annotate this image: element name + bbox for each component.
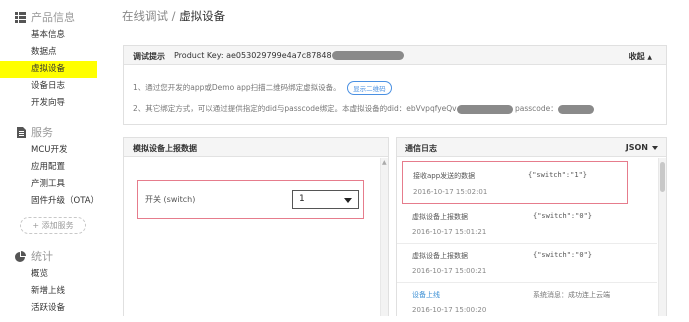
sidebar-item-test-tools[interactable]: 产测工具 — [0, 176, 97, 193]
switch-selected-value: 1 — [299, 194, 305, 204]
comm-log-header: 通信日志 JSON — [397, 138, 666, 157]
collapse-toggle[interactable]: 收起 ▲ — [629, 51, 652, 62]
log-entry-value: {"switch":"0"} — [533, 251, 593, 259]
sidebar-item-virtual-device[interactable]: 虚拟设备 — [0, 61, 97, 78]
redacted-mark — [557, 104, 594, 114]
log-entry-time: 2016-10-17 15:02:01 — [413, 188, 488, 196]
report-data-title: 模拟设备上报数据 — [133, 144, 197, 153]
debug-tip-panel: 调试提示 Product Key: ae053029799e4a7c87848 … — [123, 45, 667, 125]
chevron-down-icon — [344, 198, 352, 203]
report-scrollbar[interactable]: ▲ — [380, 158, 388, 316]
comm-log-title: 通信日志 — [405, 144, 437, 153]
section-title: 统计 — [31, 250, 53, 263]
tip-line-2-text: 2、其它绑定方式，可以通过提供指定的did与passcode绑定。本虚拟设备的d… — [133, 104, 457, 113]
log-entry: 设备上线 系统消息：成功连上云端 2016-10-17 15:00:20 — [397, 284, 657, 322]
section-statistics: 统计 — [15, 248, 53, 264]
collapse-label: 收起 — [628, 52, 645, 61]
log-entry-time: 2016-10-17 15:01:21 — [412, 228, 487, 236]
section-services: 服务 — [15, 124, 53, 140]
log-entry-title: 虚拟设备上报数据 — [412, 213, 468, 221]
sidebar-item-ota[interactable]: 固件升级（OTA） — [0, 193, 99, 210]
log-scrollbar[interactable] — [658, 158, 666, 316]
debug-tip-header: 调试提示 Product Key: ae053029799e4a7c87848 … — [124, 46, 666, 65]
log-entry-time: 2016-10-17 15:00:20 — [412, 306, 487, 314]
pie-chart-icon — [15, 250, 26, 262]
breadcrumb-separator: / — [171, 9, 176, 23]
main-content: 在线调试 / 虚拟设备 调试提示 Product Key: ae05302979… — [109, 0, 689, 316]
tip-line-2: 2、其它绑定方式，可以通过提供指定的did与passcode绑定。本虚拟设备的d… — [133, 103, 594, 114]
passcode-label: passcode： — [515, 104, 558, 113]
log-entry: 虚拟设备上报数据 {"switch":"0"} 2016-10-17 15:01… — [397, 206, 657, 244]
log-scroll-thumb[interactable] — [660, 162, 665, 192]
caret-up-icon: ▲ — [647, 54, 652, 61]
section-product-info: 产品信息 — [15, 9, 75, 25]
comm-log-panel: 通信日志 JSON 接收app发送的数据 {"switch":"1"} 2016… — [396, 137, 667, 316]
product-key-label: Product Key: — [174, 51, 224, 60]
sidebar-item-datapoints[interactable]: 数据点 — [0, 44, 97, 61]
report-data-header: 模拟设备上报数据 — [124, 138, 388, 157]
show-qr-button[interactable]: 显示二维码 — [347, 81, 392, 95]
page-title: 虚拟设备 — [179, 9, 226, 23]
breadcrumb: 在线调试 / 虚拟设备 — [122, 8, 225, 24]
sidebar-item-dev-guide[interactable]: 开发向导 — [0, 95, 97, 112]
section-title: 产品信息 — [31, 11, 75, 24]
product-key-value: ae053029799e4a7c87848 — [226, 51, 332, 60]
log-entry-title: 虚拟设备上报数据 — [412, 252, 468, 260]
debug-tip-title: 调试提示 — [133, 52, 165, 61]
chevron-down-icon[interactable] — [652, 146, 658, 150]
redacted-mark — [456, 104, 513, 114]
log-entry-value: 系统消息：成功连上云端 — [533, 291, 610, 299]
log-entry: 虚拟设备上报数据 {"switch":"0"} 2016-10-17 15:00… — [397, 245, 657, 283]
switch-select[interactable]: 1 — [292, 190, 359, 209]
switch-label: 开关 (switch) — [145, 195, 196, 204]
add-service-button[interactable]: + 添加服务 — [20, 217, 86, 234]
sidebar-item-app-config[interactable]: 应用配置 — [0, 159, 97, 176]
log-entry-title: 接收app发送的数据 — [413, 172, 476, 180]
sidebar-item-device-log[interactable]: 设备日志 — [0, 78, 97, 95]
sidebar: 产品信息 基本信息 数据点 虚拟设备 设备日志 开发向导 服务 MCU开发 应用… — [0, 0, 99, 317]
sidebar-item-active-devices[interactable]: 活跃设备 — [0, 300, 97, 317]
sidebar-item-new-online[interactable]: 新增上线 — [0, 283, 97, 300]
log-entry-title: 设备上线 — [412, 291, 440, 299]
tip-line-1: 1、通过您开发的app或Demo app扫描二维码绑定虚拟设备。 显示二维码 — [133, 81, 392, 95]
log-entry-value: {"switch":"1"} — [528, 171, 588, 179]
redacted-mark — [331, 51, 404, 60]
grid-icon — [15, 11, 26, 23]
switch-datapoint-row: 开关 (switch) 1 — [137, 180, 364, 219]
report-data-panel: 模拟设备上报数据 开关 (switch) 1 ▲ — [123, 137, 389, 316]
document-icon — [15, 126, 26, 138]
format-select[interactable]: JSON — [626, 143, 648, 152]
sidebar-item-overview[interactable]: 概览 — [0, 266, 97, 283]
log-entry: 接收app发送的数据 {"switch":"1"} 2016-10-17 15:… — [402, 161, 628, 204]
sidebar-item-mcu-dev[interactable]: MCU开发 — [0, 142, 97, 159]
section-title: 服务 — [31, 126, 53, 139]
tip-line-1-text: 1、通过您开发的app或Demo app扫描二维码绑定虚拟设备。 — [133, 83, 341, 92]
log-entry-time: 2016-10-17 15:00:21 — [412, 267, 487, 275]
log-entry-value: {"switch":"0"} — [533, 212, 593, 220]
scroll-up-icon[interactable]: ▲ — [382, 160, 387, 166]
product-key: Product Key: ae053029799e4a7c87848 — [174, 51, 404, 60]
breadcrumb-parent[interactable]: 在线调试 — [122, 9, 168, 23]
sidebar-item-basic-info[interactable]: 基本信息 — [0, 27, 97, 44]
